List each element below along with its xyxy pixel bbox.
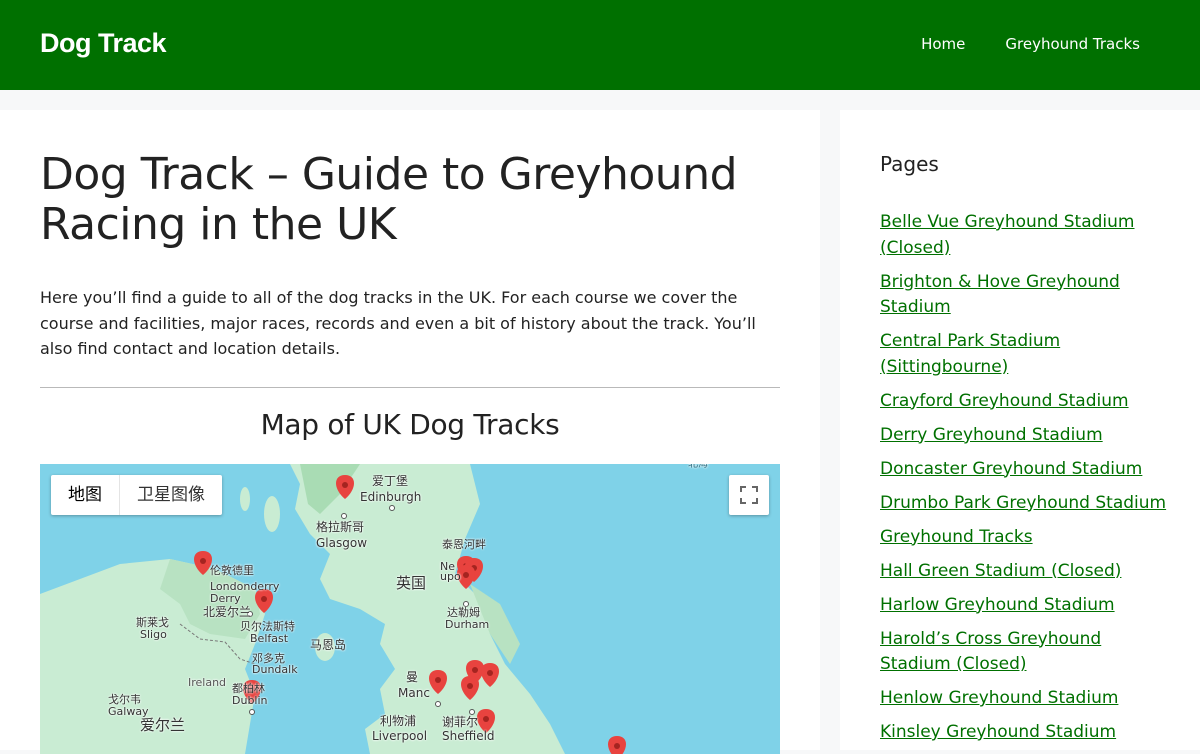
list-item: Brighton & Hove Greyhound Stadium bbox=[880, 270, 1170, 321]
fullscreen-icon bbox=[740, 486, 758, 504]
map-heading: Map of UK Dog Tracks bbox=[260, 408, 560, 441]
page-link[interactable]: Harlow Greyhound Stadium bbox=[880, 595, 1115, 615]
sidebar: Pages Belle Vue Greyhound Stadium (Close… bbox=[840, 110, 1200, 750]
map-label-sheffield: Sheffield bbox=[442, 729, 495, 743]
list-item: Greyhound Tracks bbox=[880, 525, 1170, 551]
page-link[interactable]: Crayford Greyhound Stadium bbox=[880, 391, 1129, 411]
nav-greyhound-tracks-link[interactable]: Greyhound Tracks bbox=[1005, 35, 1140, 53]
map-label-dublin: Dublin bbox=[232, 694, 268, 707]
page-link[interactable]: Doncaster Greyhound Stadium bbox=[880, 459, 1142, 479]
page-link[interactable]: Brighton & Hove Greyhound Stadium bbox=[880, 272, 1120, 318]
intro-paragraph: Here you’ll find a guide to all of the d… bbox=[40, 288, 756, 358]
page-link[interactable]: Belle Vue Greyhound Stadium (Closed) bbox=[880, 212, 1135, 258]
sidebar-title: Pages bbox=[880, 152, 939, 176]
map-label-glasgow-cn: 格拉斯哥 bbox=[316, 520, 365, 534]
list-item: Derry Greyhound Stadium bbox=[880, 423, 1170, 449]
map-label-derry: Derry bbox=[210, 592, 241, 605]
map-label-durham: Durham bbox=[445, 618, 490, 631]
page-title: Dog Track – Guide to Greyhound Racing in… bbox=[40, 149, 738, 250]
site-header: Dog Track Home Greyhound Tracks bbox=[0, 0, 1200, 90]
map-label-manchester-cn: 曼 bbox=[406, 670, 419, 684]
map-label-uk: 英国 bbox=[396, 574, 427, 592]
map-label-sheffield-cn: 谢菲尔 bbox=[442, 715, 479, 729]
divider bbox=[40, 387, 780, 388]
main-nav: Home Greyhound Tracks bbox=[921, 35, 1140, 53]
page-link[interactable]: Central Park Stadium (Sittingbourne) bbox=[880, 331, 1060, 377]
list-item: Kinsley Greyhound Stadium bbox=[880, 720, 1170, 746]
map-label-edinburgh: Edinburgh bbox=[360, 490, 422, 504]
map-label-northern-ireland: 北爱尔兰 bbox=[203, 605, 252, 619]
page-link[interactable]: Derry Greyhound Stadium bbox=[880, 425, 1103, 445]
map-type-satellite-button[interactable]: 卫星图像 bbox=[120, 475, 222, 515]
map-label-manchester: Manc bbox=[398, 686, 430, 700]
map-label-newcastle-en2: upo bbox=[440, 570, 461, 583]
list-item: Hall Green Stadium (Closed) bbox=[880, 559, 1170, 585]
list-item: Doncaster Greyhound Stadium bbox=[880, 457, 1170, 483]
page-link[interactable]: Greyhound Tracks bbox=[880, 527, 1033, 547]
page-link[interactable]: Henlow Greyhound Stadium bbox=[880, 688, 1118, 708]
page-link[interactable]: Kinsley Greyhound Stadium bbox=[880, 722, 1116, 742]
tracks-map[interactable]: 爱丁堡 Edinburgh 格拉斯哥 Glasgow 英国 泰恩河畔 Ne up… bbox=[40, 464, 780, 754]
list-item: Belle Vue Greyhound Stadium (Closed) bbox=[880, 210, 1170, 261]
map-label-ireland-cn: 爱尔兰 bbox=[140, 716, 186, 734]
page-list: Belle Vue Greyhound Stadium (Closed) Bri… bbox=[880, 210, 1170, 754]
map-label-sligo: Sligo bbox=[140, 628, 167, 641]
list-item: Central Park Stadium (Sittingbourne) bbox=[880, 329, 1170, 380]
page-link[interactable]: Hall Green Stadium (Closed) bbox=[880, 561, 1121, 581]
list-item: Crayford Greyhound Stadium bbox=[880, 389, 1170, 415]
list-item: Henlow Greyhound Stadium bbox=[880, 686, 1170, 712]
map-label-dundalk: Dundalk bbox=[252, 663, 298, 676]
list-item: Drumbo Park Greyhound Stadium bbox=[880, 491, 1170, 517]
list-item: Harlow Greyhound Stadium bbox=[880, 593, 1170, 619]
map-type-control: 地图 卫星图像 bbox=[51, 475, 222, 515]
map-label-londonderry-cn: 伦敦德里 bbox=[210, 564, 254, 577]
site-title[interactable]: Dog Track bbox=[40, 28, 167, 59]
page-link[interactable]: Drumbo Park Greyhound Stadium bbox=[880, 493, 1166, 513]
map-type-roadmap-button[interactable]: 地图 bbox=[51, 475, 120, 515]
nav-home-link[interactable]: Home bbox=[921, 35, 965, 53]
map-label-edinburgh-cn: 爱丁堡 bbox=[372, 474, 409, 488]
list-item: Harold’s Cross Greyhound Stadium (Closed… bbox=[880, 627, 1170, 678]
map-label-glasgow: Glasgow bbox=[316, 536, 368, 550]
map-label-north-sea: 北海 bbox=[688, 464, 708, 470]
map-label-liverpool-cn: 利物浦 bbox=[380, 714, 417, 728]
map-label-ireland: Ireland bbox=[188, 676, 227, 689]
main-content: Dog Track – Guide to Greyhound Racing in… bbox=[0, 110, 820, 754]
map-label-belfast: Belfast bbox=[250, 632, 289, 645]
map-label-liverpool: Liverpool bbox=[372, 729, 428, 743]
fullscreen-button[interactable] bbox=[729, 475, 769, 515]
map-label-newcastle-cn: 泰恩河畔 bbox=[442, 538, 486, 551]
map-label-isle-of-man: 马恩岛 bbox=[310, 638, 347, 652]
page-link[interactable]: Harold’s Cross Greyhound Stadium (Closed… bbox=[880, 629, 1101, 675]
